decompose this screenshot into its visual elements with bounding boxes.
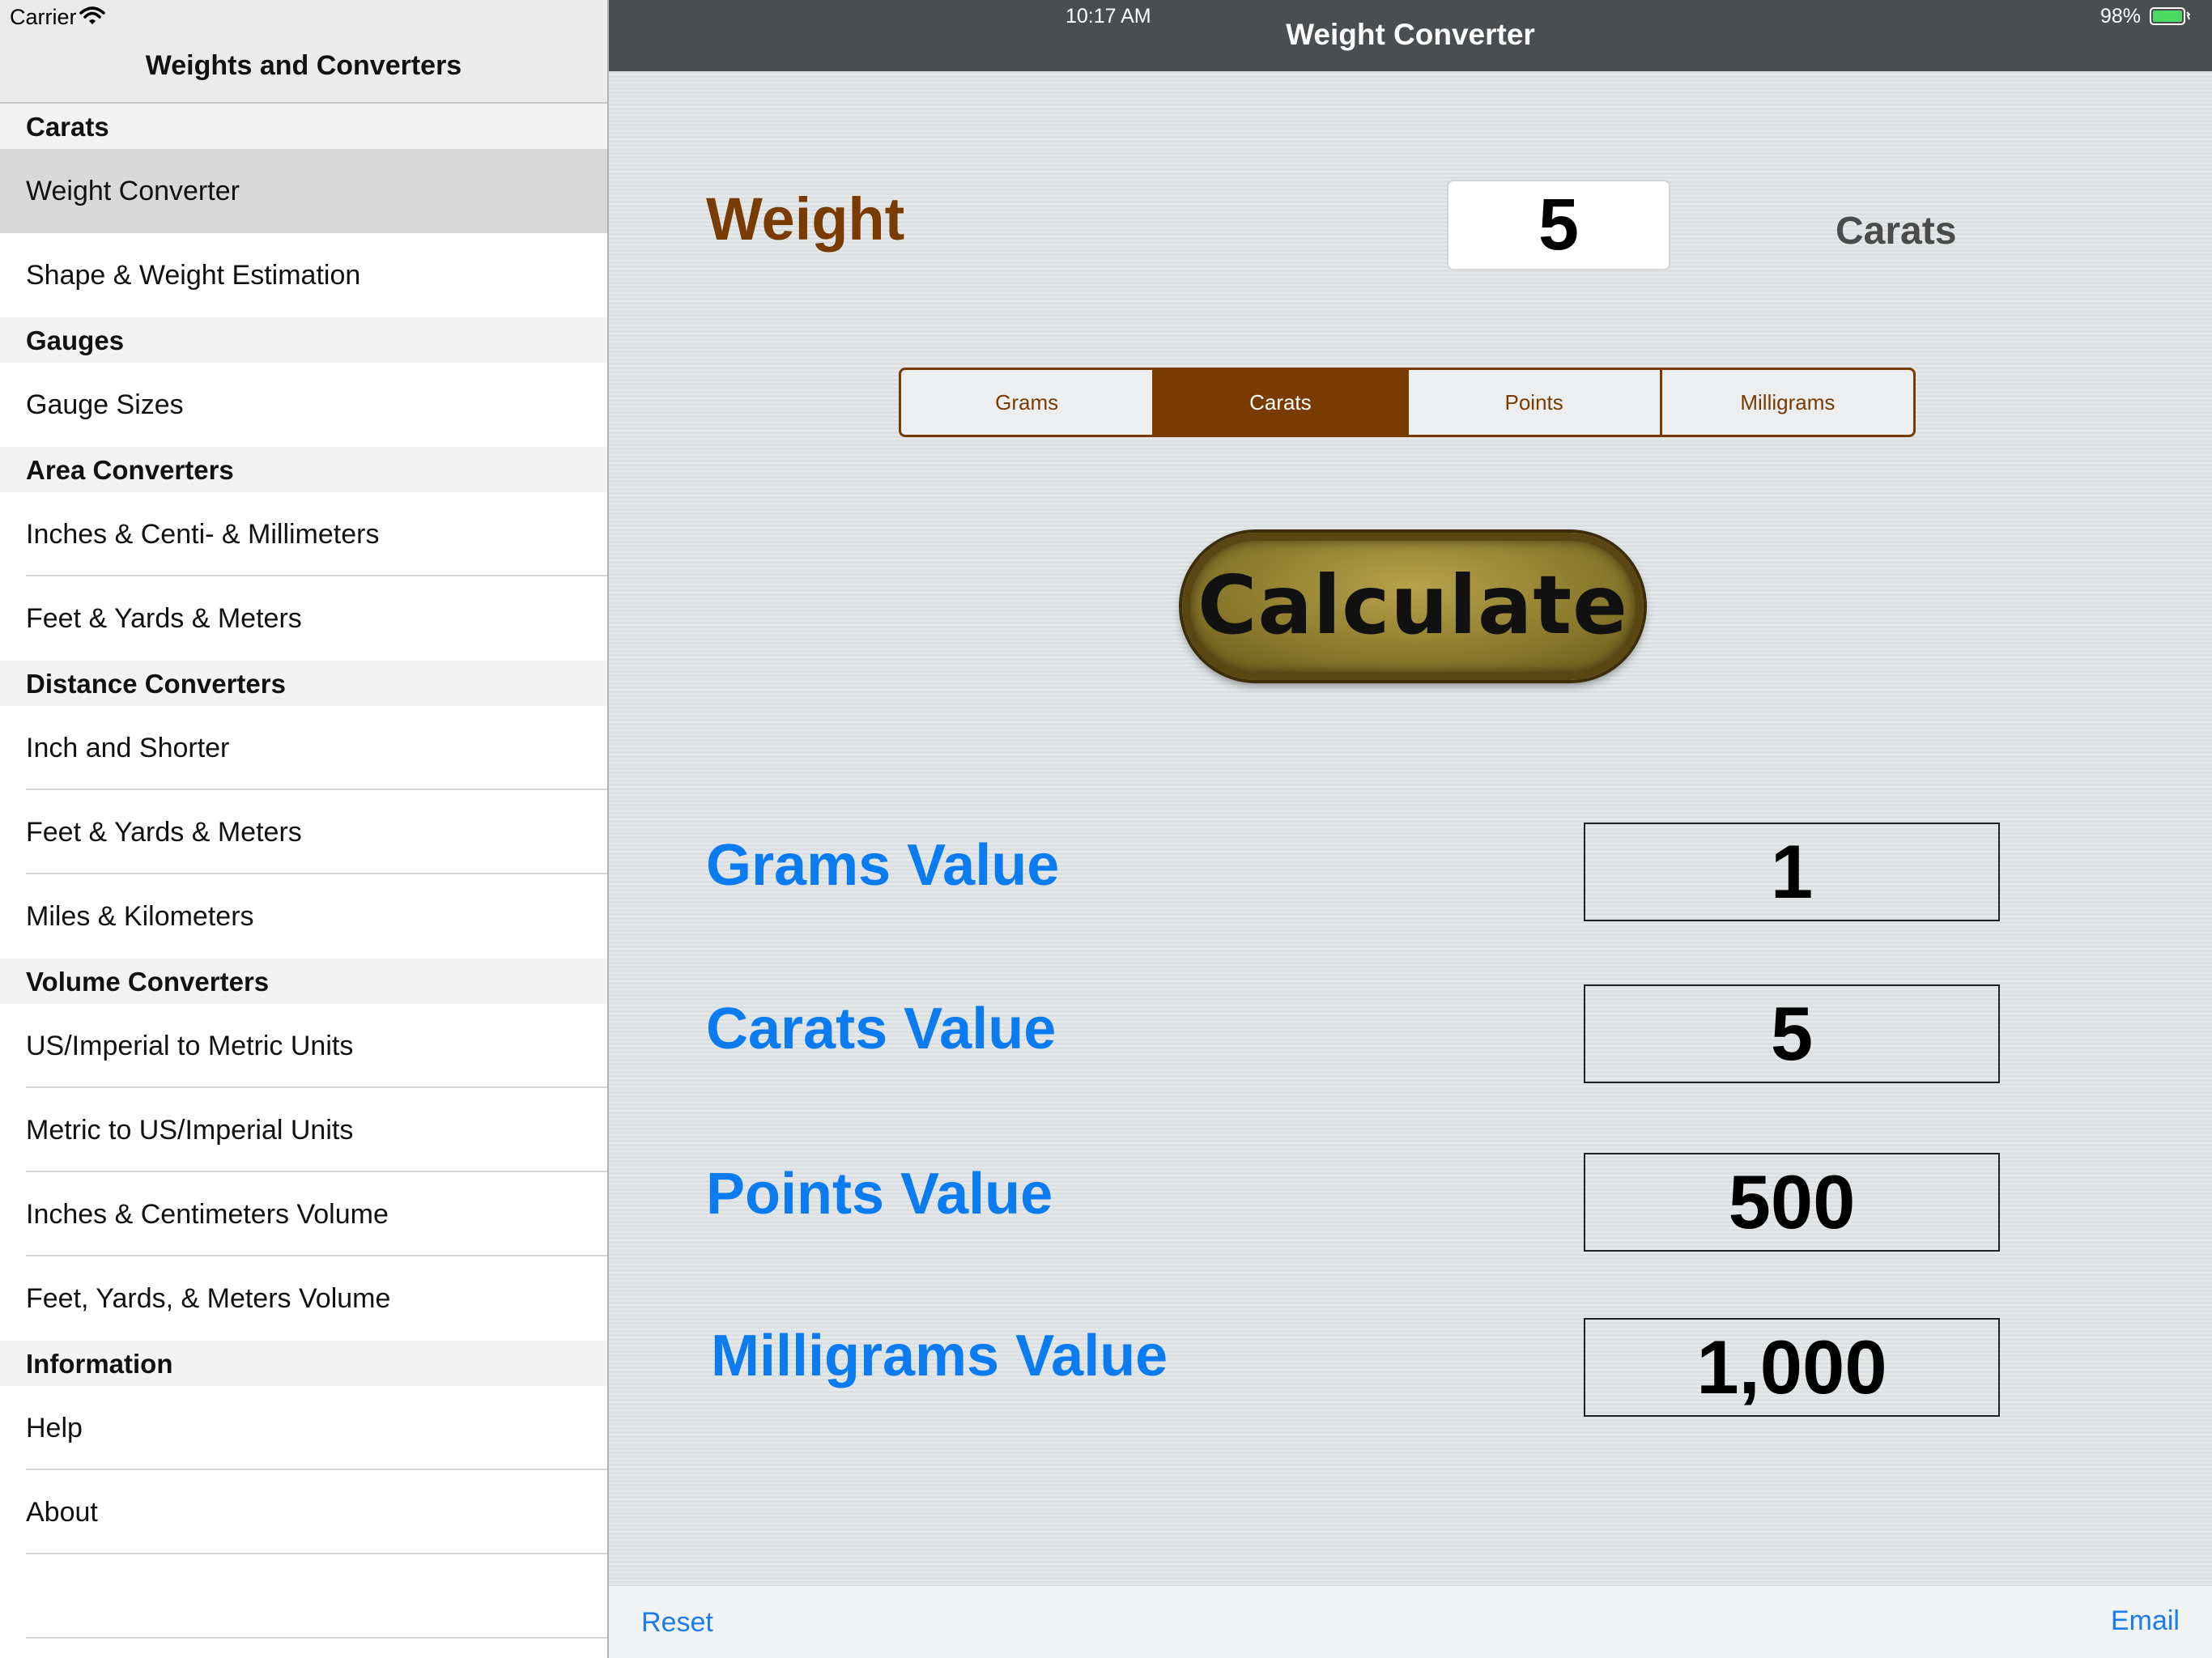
sidebar-item-gauge-sizes[interactable]: Gauge Sizes [0, 363, 607, 447]
grams-value-field: 1 [1584, 823, 2000, 921]
sidebar-item-miles-kilometers[interactable]: Miles & Kilometers [0, 874, 607, 959]
sidebar-item-weight-converter[interactable]: Weight Converter [0, 149, 607, 233]
milligrams-value-field: 1,000 [1584, 1318, 2000, 1417]
sidebar-item-label: Metric to US/Imperial Units [26, 1115, 354, 1146]
section-header-gauges: Gauges [0, 317, 607, 363]
row-separator [26, 1637, 607, 1639]
sidebar-list: Carats Weight Converter Shape & Weight E… [0, 104, 607, 1639]
detail-pane: 10:17 AM Weight Converter 98% Weight 5 C… [609, 0, 2212, 1658]
sidebar-item-label: Miles & Kilometers [26, 901, 254, 932]
segment-grams[interactable]: Grams [901, 370, 1155, 435]
sidebar-item-label: Weight Converter [26, 176, 240, 206]
sidebar-item-about[interactable]: About [0, 1470, 607, 1554]
segment-carats[interactable]: Carats [1155, 370, 1409, 435]
sidebar-item-label: Gauge Sizes [26, 389, 184, 420]
sidebar-item-area-inches-centi-millimeters[interactable]: Inches & Centi- & Millimeters [0, 492, 607, 576]
calculate-button-label: Calculate [1197, 558, 1628, 653]
status-carrier: Carrier [10, 5, 77, 29]
section-header-information: Information [0, 1341, 607, 1386]
bottom-toolbar: Reset Email [609, 1585, 2212, 1658]
calculate-button[interactable]: Calculate [1182, 533, 1644, 680]
sidebar-item-label: Inches & Centimeters Volume [26, 1199, 389, 1230]
sidebar-item-shape-weight-estimation[interactable]: Shape & Weight Estimation [0, 233, 607, 317]
section-header-volume-converters: Volume Converters [0, 959, 607, 1004]
reset-button[interactable]: Reset [641, 1607, 713, 1639]
points-value-field: 500 [1584, 1153, 2000, 1252]
email-button[interactable]: Email [2111, 1605, 2180, 1637]
section-header-carats: Carats [0, 104, 607, 149]
milligrams-value-label: Milligrams Value [711, 1324, 1168, 1388]
carats-value-field: 5 [1584, 984, 2000, 1083]
sidebar-item-label: Feet & Yards & Meters [26, 817, 302, 848]
wifi-icon [79, 6, 105, 24]
section-header-distance-converters: Distance Converters [0, 661, 607, 706]
detail-navbar: 10:17 AM Weight Converter 98% [609, 0, 2212, 71]
sidebar-item-distance-feet-yards-meters[interactable]: Feet & Yards & Meters [0, 790, 607, 874]
section-header-area-converters: Area Converters [0, 447, 607, 492]
grams-value-label: Grams Value [706, 833, 1060, 898]
segment-milligrams[interactable]: Milligrams [1662, 370, 1913, 435]
segment-points[interactable]: Points [1409, 370, 1662, 435]
weight-unit-label: Carats [1836, 210, 1957, 253]
weight-label: Weight [706, 185, 905, 253]
sidebar-item-label: Feet, Yards, & Meters Volume [26, 1283, 391, 1314]
sidebar-item-label: Inch and Shorter [26, 733, 230, 763]
weight-input[interactable]: 5 [1447, 180, 1670, 270]
unit-segmented-control: Grams Carats Points Milligrams [899, 368, 1916, 437]
sidebar-item-us-imperial-to-metric[interactable]: US/Imperial to Metric Units [0, 1004, 607, 1088]
sidebar-item-label: US/Imperial to Metric Units [26, 1031, 354, 1061]
carats-value-label: Carats Value [706, 997, 1057, 1061]
sidebar-item-label: Shape & Weight Estimation [26, 260, 361, 291]
sidebar-item-metric-to-us-imperial[interactable]: Metric to US/Imperial Units [0, 1088, 607, 1172]
battery-icon [2150, 7, 2190, 25]
sidebar-item-inch-and-shorter[interactable]: Inch and Shorter [0, 706, 607, 790]
points-value-label: Points Value [706, 1162, 1053, 1226]
sidebar-item-empty [0, 1554, 607, 1639]
sidebar-title: Weights and Converters [145, 50, 462, 81]
page-title: Weight Converter [1286, 18, 1535, 51]
sidebar: Carrier Weights and Converters Carats We… [0, 0, 607, 1658]
sidebar-item-area-feet-yards-meters[interactable]: Feet & Yards & Meters [0, 576, 607, 661]
sidebar-item-label: About [26, 1497, 98, 1528]
sidebar-item-help[interactable]: Help [0, 1386, 607, 1470]
sidebar-item-label: Inches & Centi- & Millimeters [26, 519, 380, 550]
sidebar-navbar: Carrier Weights and Converters [0, 0, 607, 104]
sidebar-item-label: Feet & Yards & Meters [26, 603, 302, 634]
sidebar-item-label: Help [26, 1413, 83, 1443]
status-battery-percent: 98% [2100, 5, 2142, 28]
sidebar-item-inches-centimeters-volume[interactable]: Inches & Centimeters Volume [0, 1172, 607, 1256]
sidebar-item-feet-yards-meters-volume[interactable]: Feet, Yards, & Meters Volume [0, 1256, 607, 1341]
